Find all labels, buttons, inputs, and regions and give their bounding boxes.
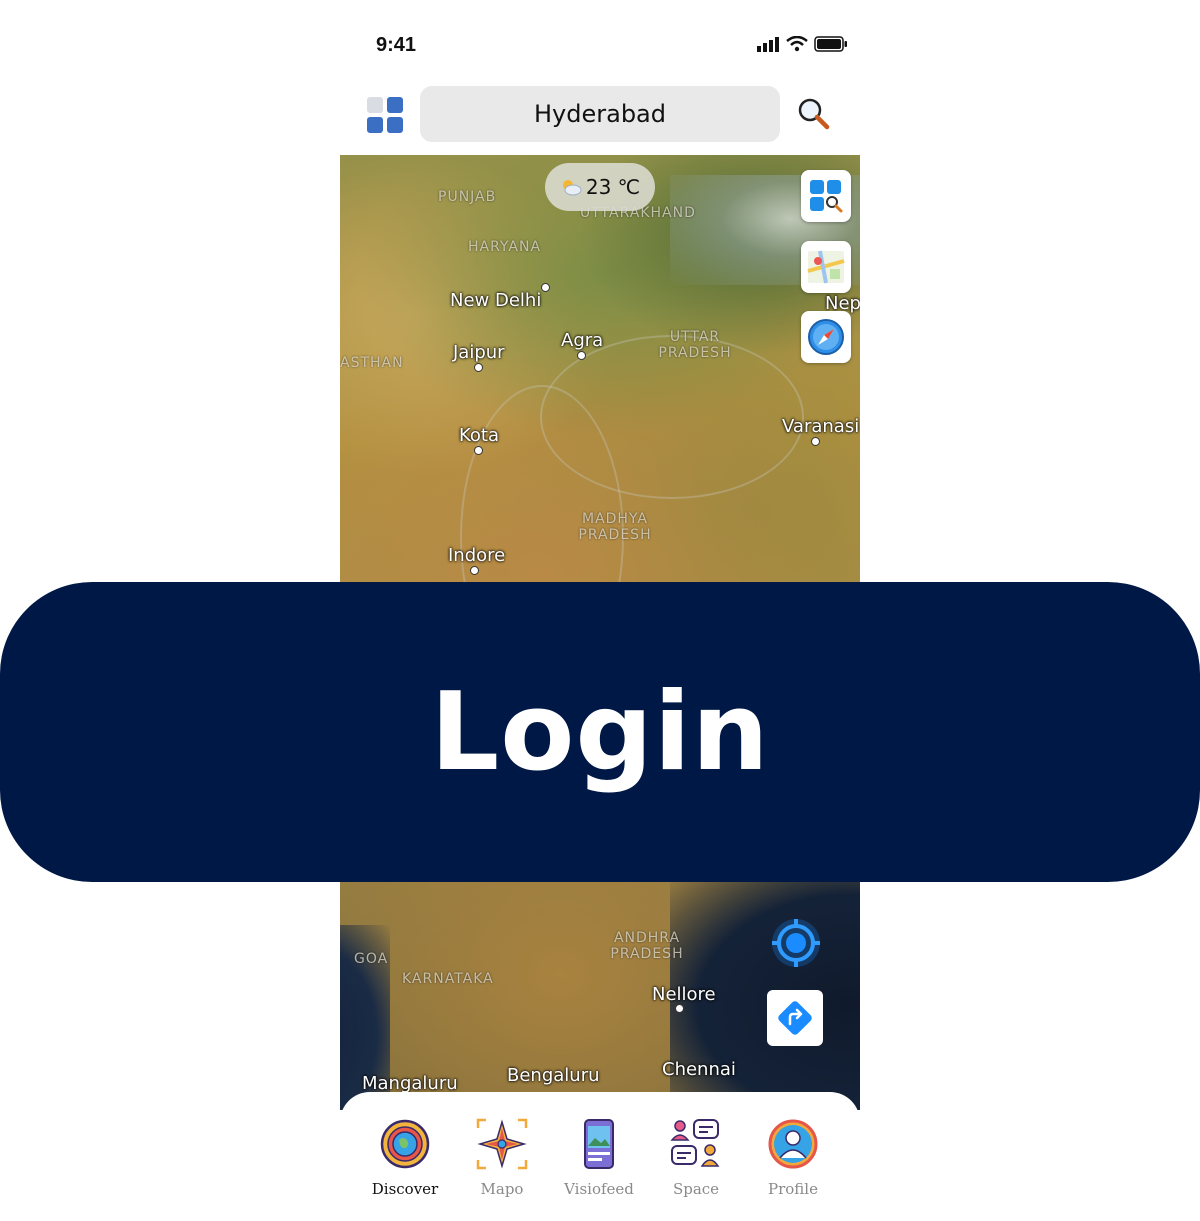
- nav-discover[interactable]: Discover: [360, 1118, 450, 1198]
- wifi-icon: [786, 36, 808, 52]
- region-label: MADHYA PRADESH: [578, 511, 652, 543]
- top-bar: Hyderabad: [340, 80, 860, 152]
- compass-icon: [808, 319, 844, 355]
- map-layers-icon: [807, 250, 845, 284]
- region-label: KARNATAKA: [402, 971, 494, 987]
- directions-button[interactable]: [767, 990, 823, 1046]
- city-label: Kota: [459, 425, 500, 446]
- locate-me-button[interactable]: [768, 915, 824, 971]
- region-label: ASTHAN: [340, 355, 404, 371]
- chat-people-icon: [670, 1119, 720, 1167]
- city-marker: [577, 351, 586, 360]
- apps-grid-button[interactable]: [366, 96, 404, 134]
- status-icons: [756, 36, 848, 52]
- region-label: PUNJAB: [438, 189, 497, 205]
- region-label: HARYANA: [468, 239, 542, 255]
- directions-icon: [778, 1001, 812, 1035]
- city-label: Nellore: [652, 984, 716, 1005]
- globe-icon: [380, 1119, 430, 1169]
- apps-search-icon: [810, 180, 843, 213]
- nav-label: Visiofeed: [564, 1180, 634, 1198]
- city-label: Bengaluru: [507, 1065, 600, 1086]
- bottom-nav: Discover Mapo Visiofeed Space Profile: [340, 1092, 860, 1221]
- nav-mapo[interactable]: Mapo: [457, 1118, 547, 1198]
- search-button[interactable]: [796, 96, 832, 132]
- phone-feed-icon: [584, 1119, 614, 1169]
- user-icon: [768, 1119, 818, 1169]
- search-icon: [798, 98, 830, 130]
- city-marker: [541, 283, 550, 292]
- nav-profile[interactable]: Profile: [748, 1118, 838, 1198]
- status-bar: 9:41: [340, 0, 860, 80]
- region-label: ANDHRA PRADESH: [610, 930, 684, 962]
- nav-space[interactable]: Space: [651, 1118, 741, 1198]
- nav-visiofeed[interactable]: Visiofeed: [554, 1118, 644, 1198]
- city-label: Mangaluru: [362, 1073, 458, 1094]
- login-button[interactable]: Login: [0, 582, 1200, 882]
- status-time: 9:41: [376, 34, 417, 56]
- compass-button[interactable]: [801, 311, 851, 363]
- login-label: Login: [430, 669, 770, 795]
- battery-icon: [814, 36, 847, 52]
- city-label: Varanasi: [782, 416, 860, 437]
- nav-label: Discover: [371, 1180, 439, 1198]
- city-label: Indore: [448, 545, 506, 566]
- city-label: New Delhi: [450, 290, 542, 311]
- region-label: GOA: [354, 951, 389, 967]
- temperature-label: 23 ℃: [585, 175, 641, 199]
- nav-label: Profile: [768, 1180, 818, 1198]
- compass-star-icon: [476, 1118, 528, 1170]
- nav-label: Mapo: [480, 1180, 524, 1198]
- map-layers-button[interactable]: [801, 241, 851, 293]
- city-label: Jaipur: [453, 342, 505, 363]
- city-marker: [675, 1004, 684, 1013]
- city-marker: [474, 446, 483, 455]
- city-marker: [811, 437, 820, 446]
- partly-cloudy-icon: [562, 180, 582, 196]
- location-search-field[interactable]: Hyderabad: [420, 86, 780, 142]
- city-marker: [470, 566, 479, 575]
- city-label: Agra: [561, 330, 604, 351]
- nav-label: Space: [672, 1180, 720, 1198]
- signal-icon: [757, 37, 779, 52]
- apps-search-button[interactable]: [801, 170, 851, 222]
- city-marker: [474, 363, 483, 372]
- region-label: UTTAR PRADESH: [658, 329, 732, 361]
- apps-grid-icon: [367, 97, 403, 133]
- weather-chip[interactable]: 23 ℃: [545, 163, 655, 211]
- city-label: Chennai: [662, 1059, 736, 1080]
- locate-icon: [772, 919, 820, 967]
